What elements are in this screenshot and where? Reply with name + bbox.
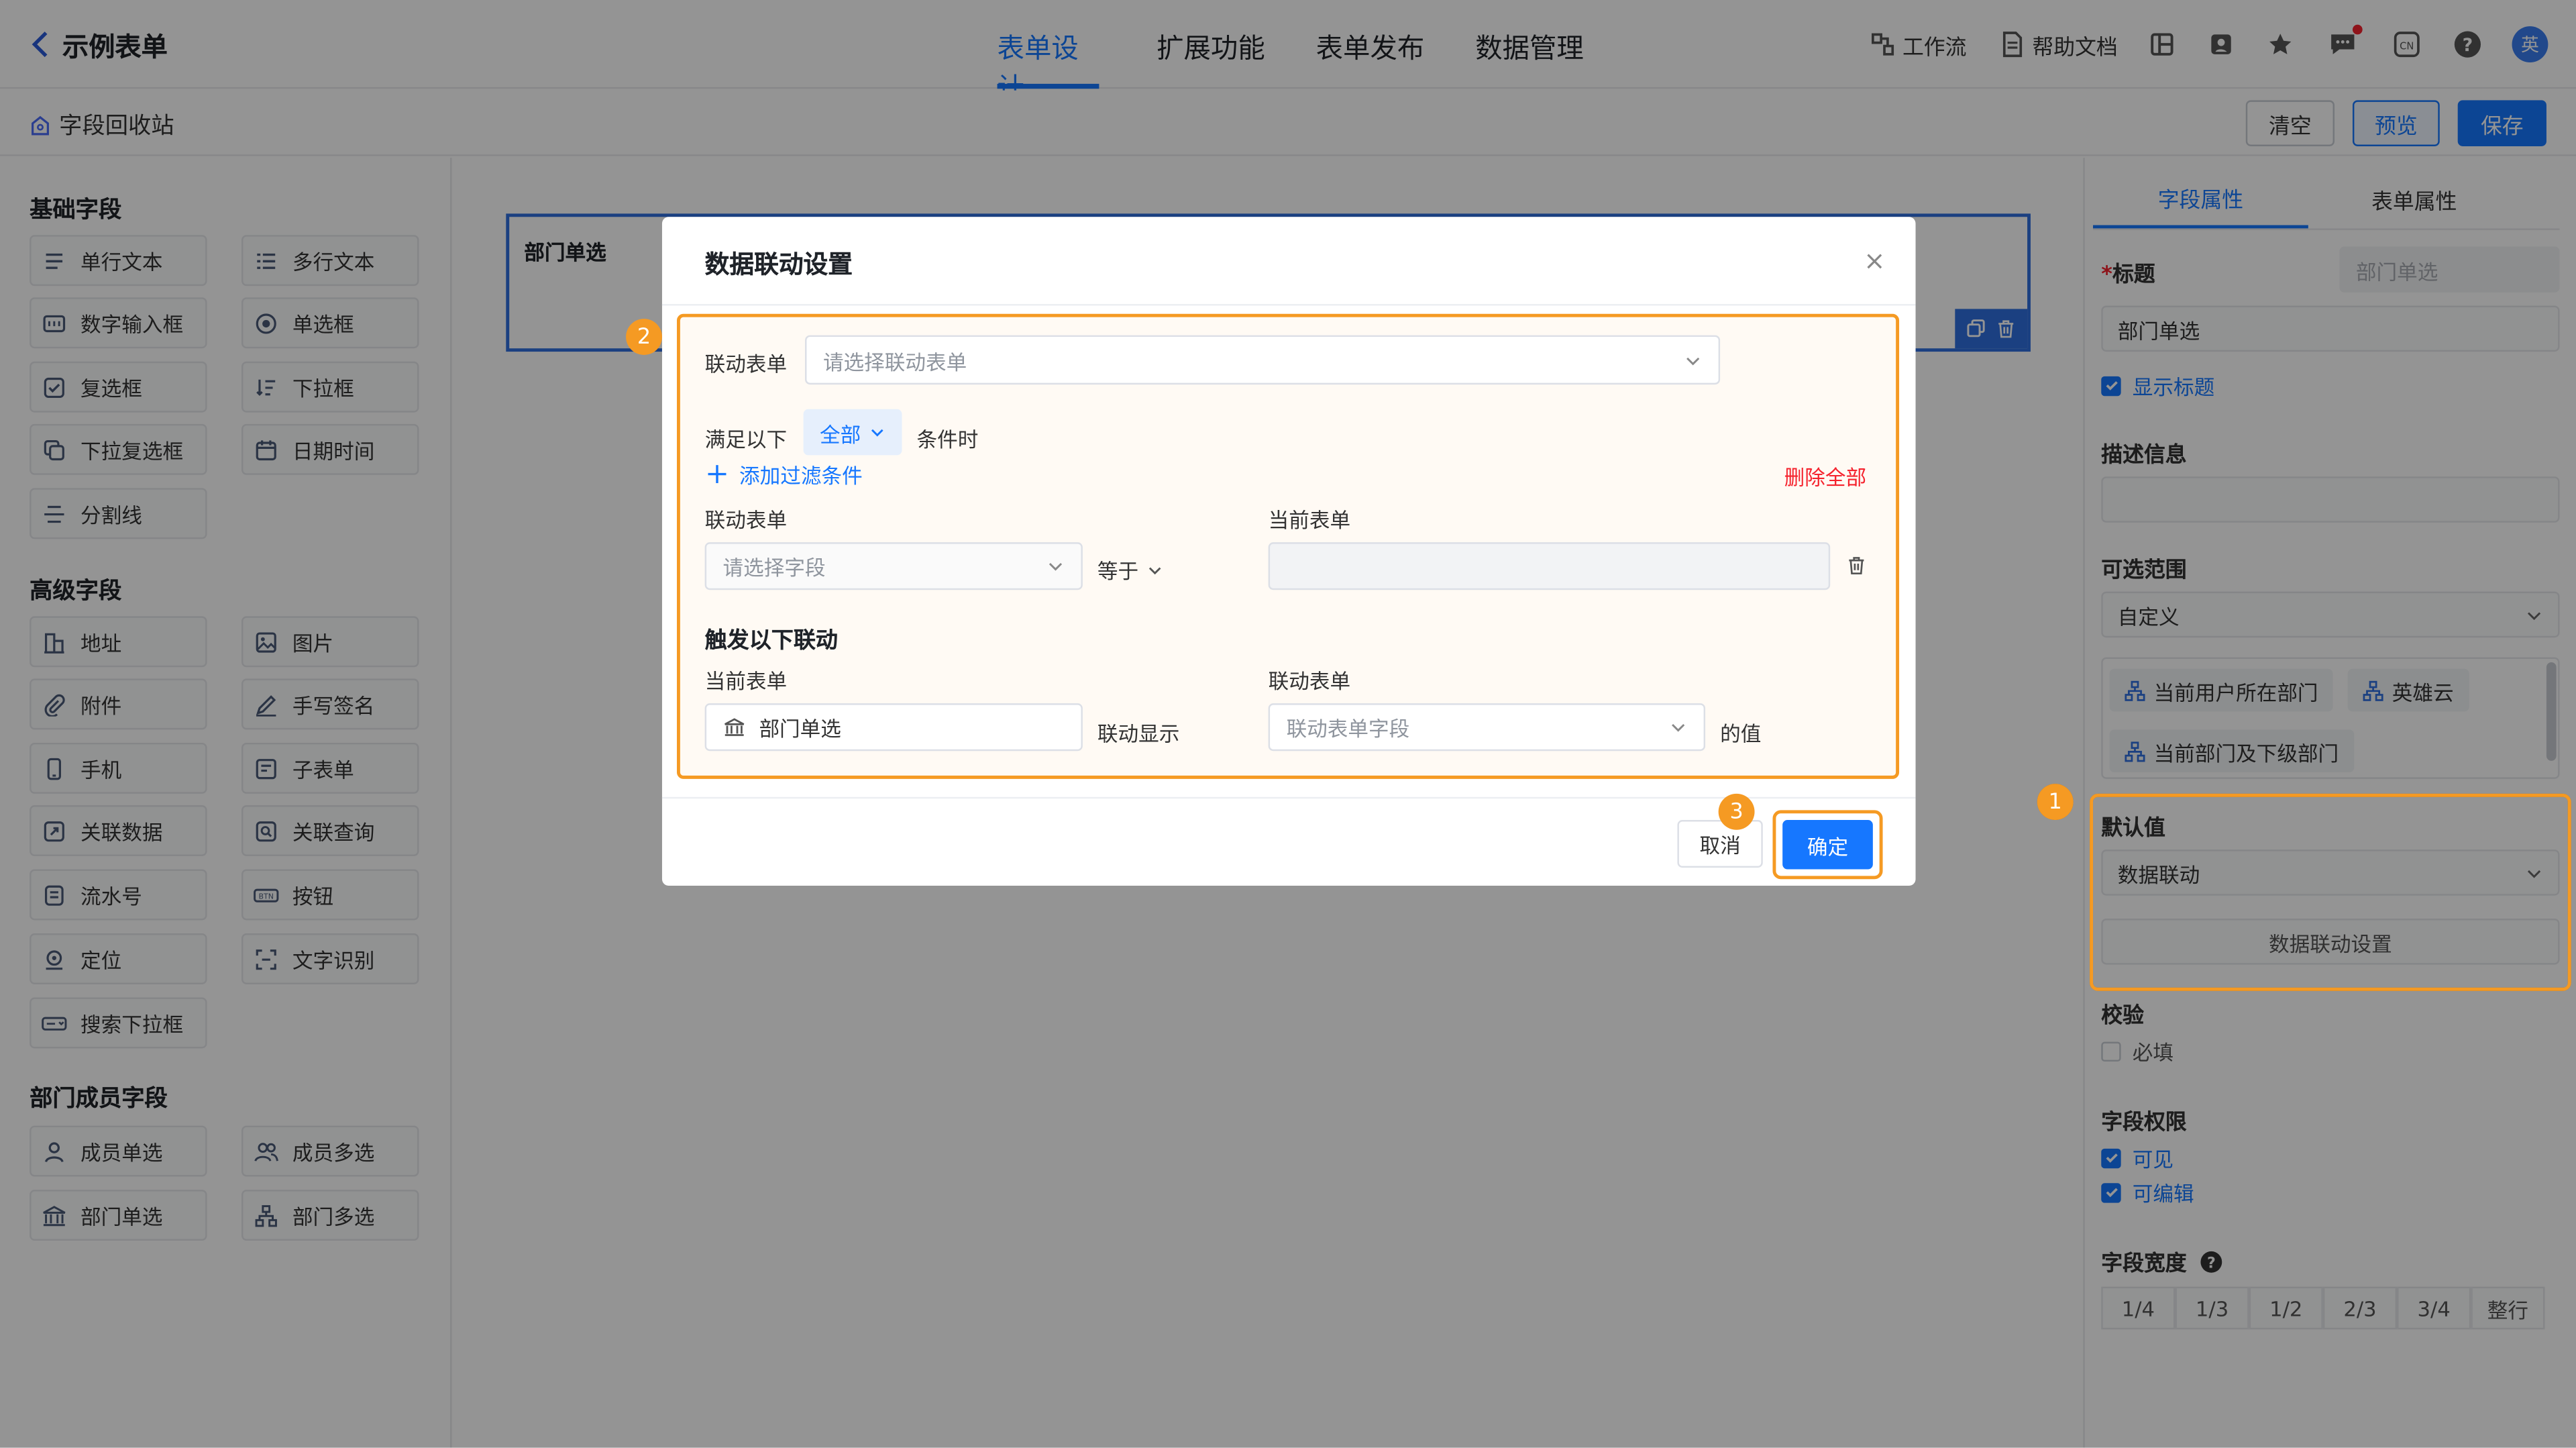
cancel-button[interactable]: 取消 [1677, 820, 1763, 868]
filter-field-select[interactable]: 请选择字段 [704, 542, 1083, 590]
link-form-label: 联动表单 [704, 352, 788, 376]
confirm-button[interactable]: 确定 [1782, 820, 1873, 870]
chevron-down-icon [1045, 556, 1065, 576]
current-field-value: 部门单选 [759, 716, 841, 741]
close-icon[interactable] [1863, 250, 1886, 272]
chevron-down-icon [1682, 350, 1702, 370]
link-form-select[interactable]: 请选择联动表单 [805, 335, 1721, 385]
app-root: 示例表单 表单设计 扩展功能 表单发布 数据管理 工作流 帮助文档 CN ? 英… [0, 0, 2576, 1448]
callout-frame-default-overlay [2090, 793, 2571, 991]
chevron-down-icon [1668, 717, 1687, 737]
callout-badge-2: 2 [626, 319, 662, 355]
operator-select[interactable]: 等于 [1097, 554, 1163, 585]
plus-icon [706, 464, 728, 485]
link-form-placeholder: 请选择联动表单 [822, 349, 967, 374]
callout-badge-1-overlay: 1 [2037, 784, 2074, 821]
condition-mode-value: 全部 [820, 421, 861, 446]
chevron-down-icon [1146, 561, 1163, 577]
operator-value: 等于 [1097, 558, 1139, 584]
filter-right-label: 当前表单 [1268, 507, 1351, 533]
condition-mode-select[interactable]: 全部 [803, 409, 902, 456]
link-field-placeholder: 联动表单字段 [1286, 716, 1410, 741]
dialog-header-divider [661, 304, 1916, 306]
filter-field-placeholder: 请选择字段 [722, 555, 826, 580]
trigger-title: 触发以下联动 [704, 627, 838, 654]
filter-left-label: 联动表单 [704, 507, 788, 533]
current-field-display: 部门单选 [704, 703, 1083, 752]
delete-all-button[interactable]: 删除全部 [1784, 460, 1866, 492]
condition-prefix: 满足以下 [704, 427, 788, 452]
link-field-select[interactable]: 联动表单字段 [1268, 703, 1706, 752]
callout-badge-3: 3 [1718, 793, 1755, 830]
trigger-right-label: 联动表单 [1268, 668, 1351, 694]
dialog-title: 数据联动设置 [704, 250, 853, 280]
add-filter-button[interactable]: 添加过滤条件 [706, 458, 863, 490]
filter-value-input[interactable] [1268, 542, 1831, 590]
delete-condition-icon[interactable] [1845, 554, 1866, 575]
trigger-left-label: 当前表单 [704, 668, 788, 694]
linkage-settings-dialog: 数据联动设置 2 联动表单 请选择联动表单 满足以下 全部 条件时 添加过滤条件… [626, 217, 1916, 886]
value-suffix: 的值 [1720, 721, 1762, 746]
link-show-label: 联动显示 [1097, 721, 1180, 746]
building-icon [723, 717, 746, 738]
chevron-down-icon [869, 424, 885, 440]
add-filter-label: 添加过滤条件 [739, 463, 863, 488]
condition-suffix: 条件时 [916, 427, 979, 452]
